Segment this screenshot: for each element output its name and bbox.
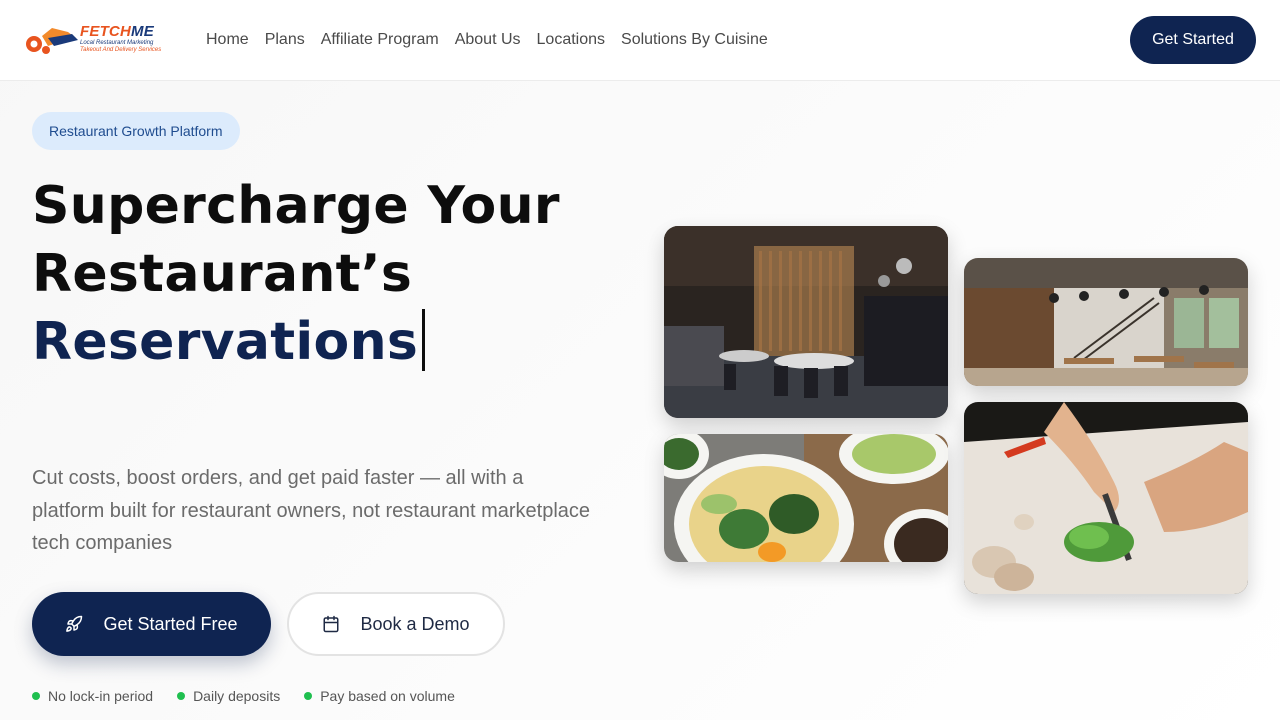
- brand-tagline-1: Local Restaurant Marketing: [80, 40, 154, 46]
- book-a-demo-button[interactable]: Book a Demo: [287, 592, 505, 656]
- header-get-started-button[interactable]: Get Started: [1130, 16, 1256, 64]
- site-header: FETCHME Local Restaurant Marketing Takeo…: [0, 0, 1280, 81]
- brand-name-part2: ME: [131, 23, 154, 40]
- headline-line-2: Restaurant’s: [32, 244, 413, 304]
- rocket-icon: [66, 615, 83, 632]
- restaurant-interior-image: [664, 226, 948, 418]
- brand-logo[interactable]: FETCHME Local Restaurant Marketing Takeo…: [24, 20, 176, 60]
- chef-chopping-image: [964, 402, 1248, 594]
- feature-label: Daily deposits: [193, 688, 281, 704]
- get-started-free-label: Get Started Free: [103, 613, 238, 634]
- nav-item-locations[interactable]: Locations: [537, 30, 606, 50]
- get-started-free-button[interactable]: Get Started Free: [32, 592, 271, 656]
- nav-item-home[interactable]: Home: [206, 30, 249, 50]
- hero-subtext: Cut costs, boost orders, and get paid fa…: [32, 467, 591, 554]
- nav-item-about-us[interactable]: About Us: [455, 30, 521, 50]
- brand-name-part1: FETCH: [80, 23, 131, 40]
- nav-item-plans[interactable]: Plans: [265, 30, 305, 50]
- brand-wordmark: FETCHME Local Restaurant Marketing Takeo…: [80, 24, 180, 54]
- hero-headline: Supercharge Your Restaurant’s Reservatio…: [32, 172, 632, 376]
- feature-item-daily-deposits: Daily deposits: [177, 688, 280, 704]
- hero-badge: Restaurant Growth Platform: [32, 112, 240, 150]
- green-dot-icon: [32, 692, 40, 700]
- typing-cursor: [422, 309, 426, 371]
- main-nav: Home Plans Affiliate Program About Us Lo…: [206, 30, 784, 50]
- headline-line-3: Reservations: [32, 308, 632, 376]
- green-dot-icon: [304, 692, 313, 700]
- feature-label: No lock-in period: [48, 688, 154, 704]
- cafe-interior-image: [964, 258, 1248, 386]
- feature-item-pay-by-volume: Pay based on volume: [304, 688, 455, 704]
- headline-line-1: Supercharge Your: [32, 176, 560, 236]
- book-a-demo-label: Book a Demo: [360, 613, 470, 634]
- noodle-bowl-image: [664, 434, 948, 562]
- feature-label: Pay based on volume: [320, 688, 455, 704]
- brand-name: FETCHME: [80, 24, 180, 40]
- feature-item-no-lock-in: No lock-in period: [32, 688, 153, 704]
- green-dot-icon: [177, 692, 186, 700]
- feature-list: No lock-in period Daily deposits Pay bas…: [32, 688, 455, 704]
- brand-tagline-2: Takeout And Delivery Services: [80, 47, 162, 53]
- calendar-icon: [323, 615, 339, 633]
- nav-item-solutions-by-cuisine[interactable]: Solutions By Cuisine: [621, 30, 768, 50]
- nav-item-affiliate-program[interactable]: Affiliate Program: [321, 30, 439, 50]
- headline-accent-word: Reservations: [32, 312, 419, 372]
- location-pin-logo-icon: [26, 28, 78, 54]
